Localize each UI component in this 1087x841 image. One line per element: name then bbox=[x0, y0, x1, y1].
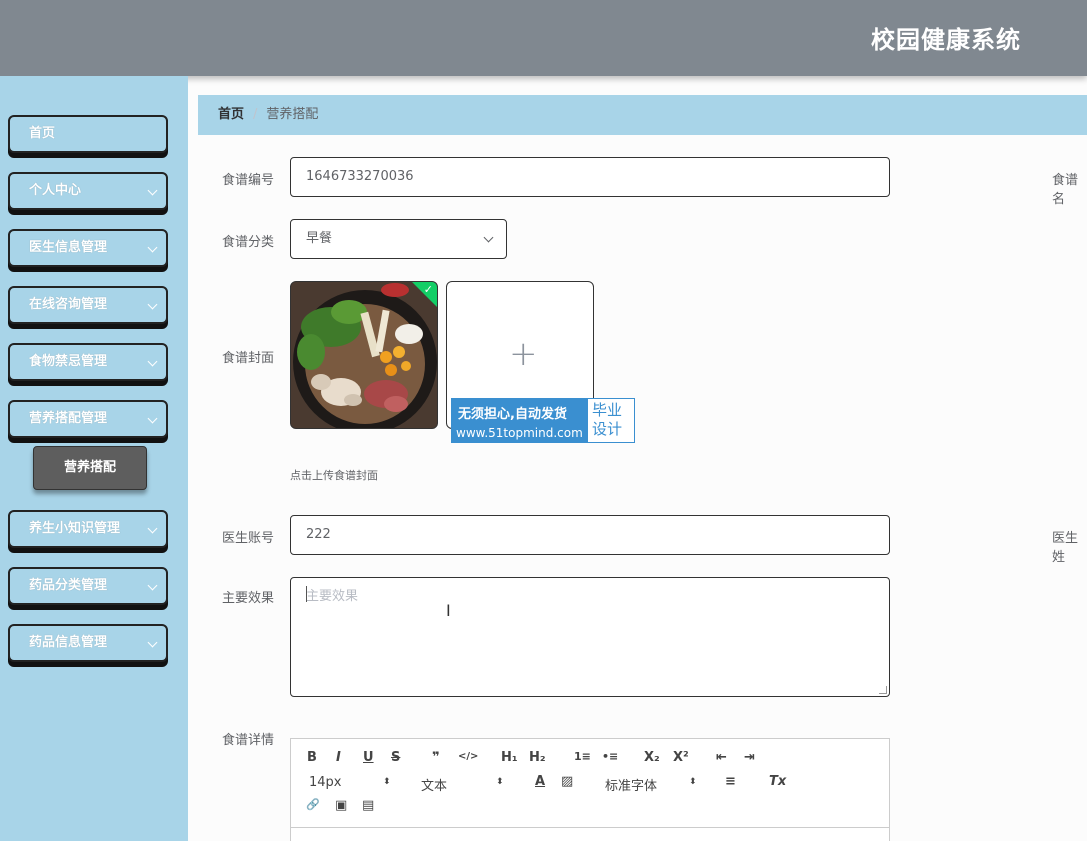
link-icon[interactable]: 🔗 bbox=[306, 798, 320, 811]
underline-button[interactable]: U bbox=[363, 750, 374, 765]
doctor-account-input[interactable]: 222 bbox=[290, 515, 890, 555]
sidebar-item-label: 在线咨询管理 bbox=[29, 297, 108, 312]
sidebar-item-label: 药品信息管理 bbox=[29, 635, 108, 650]
app-title: 校园健康系统 bbox=[871, 26, 1021, 54]
blockquote-icon[interactable]: ❞ bbox=[432, 750, 440, 765]
sidebar-item-label: 食物禁忌管理 bbox=[29, 354, 108, 369]
watermark-banner: 无须担心,自动发货 www.51topmind.com 毕业设计 bbox=[451, 398, 635, 443]
video-icon[interactable]: ▤ bbox=[362, 798, 374, 813]
font-size-picker[interactable]: 14px bbox=[309, 775, 342, 790]
breadcrumb-separator: / bbox=[253, 107, 258, 122]
recipe-no-label: 食谱编号 bbox=[222, 173, 275, 188]
superscript-button[interactable]: X² bbox=[673, 750, 689, 765]
align-icon[interactable]: ≡ bbox=[725, 774, 736, 789]
sidebar-item-online-consult[interactable]: 在线咨询管理 bbox=[8, 286, 168, 324]
cover-upload-tip: 点击上传食谱封面 bbox=[290, 469, 378, 482]
sidebar-item-label: 医生信息管理 bbox=[29, 240, 108, 255]
ordered-list-icon[interactable]: 1≡ bbox=[574, 750, 591, 763]
category-select-value: 早餐 bbox=[306, 231, 333, 246]
h1-button[interactable]: H₁ bbox=[501, 750, 518, 765]
chevron-down-icon bbox=[147, 413, 158, 424]
sidebar-item-food-taboo[interactable]: 食物禁忌管理 bbox=[8, 343, 168, 381]
subscript-button[interactable]: X₂ bbox=[644, 750, 660, 765]
chevron-down-icon bbox=[147, 185, 158, 196]
updown-icon: ⬍ bbox=[496, 777, 504, 787]
watermark-text: 无须担心,自动发货 bbox=[458, 407, 567, 422]
chevron-down-icon bbox=[147, 637, 158, 648]
plus-icon: + bbox=[509, 334, 538, 374]
category-select[interactable]: 早餐 bbox=[290, 219, 507, 259]
main-effect-textarea[interactable]: 主要效果 bbox=[290, 577, 890, 697]
h2-button[interactable]: H₂ bbox=[529, 750, 546, 765]
strike-button[interactable]: S bbox=[391, 750, 400, 765]
top-header: 校园健康系统 bbox=[0, 0, 1087, 76]
cover-label: 食谱封面 bbox=[222, 351, 275, 366]
sidebar-item-label: 个人中心 bbox=[29, 183, 82, 198]
sidebar-item-label: 药品分类管理 bbox=[29, 578, 108, 593]
chevron-down-icon bbox=[147, 580, 158, 591]
sidebar-item-health-tips[interactable]: 养生小知识管理 bbox=[8, 510, 168, 548]
category-label: 食谱分类 bbox=[222, 235, 275, 250]
font-color-icon[interactable]: A bbox=[535, 774, 545, 789]
toolbar-divider bbox=[291, 827, 889, 828]
breadcrumb: 首页 / 营养搭配 bbox=[198, 95, 1087, 135]
chevron-down-icon bbox=[483, 232, 494, 243]
resize-handle[interactable] bbox=[879, 686, 887, 694]
recipe-name-label: 食谱名 bbox=[1052, 173, 1079, 207]
watermark-tag: 毕业设计 bbox=[592, 401, 623, 438]
sidebar-item-personal-center[interactable]: 个人中心 bbox=[8, 172, 168, 210]
outdent-icon[interactable]: ⇤ bbox=[716, 750, 727, 765]
sidebar-item-drug-category[interactable]: 药品分类管理 bbox=[8, 567, 168, 605]
sidebar-item-nutrition[interactable]: 营养搭配管理 bbox=[8, 400, 168, 438]
doctor-name-label: 医生姓 bbox=[1052, 531, 1079, 565]
sidebar-subitem-nutrition[interactable]: 营养搭配 bbox=[33, 446, 147, 490]
text-cursor bbox=[306, 586, 307, 602]
font-family-picker[interactable]: 标准字体 bbox=[605, 775, 657, 794]
sidebar-item-home[interactable]: 首页 bbox=[8, 115, 168, 153]
bold-button[interactable]: B bbox=[307, 750, 317, 765]
check-icon: ✓ bbox=[423, 283, 433, 296]
indent-icon[interactable]: ⇥ bbox=[744, 750, 755, 765]
updown-icon: ⬍ bbox=[383, 777, 391, 787]
sidebar-item-label: 养生小知识管理 bbox=[29, 521, 121, 536]
chevron-down-icon bbox=[147, 523, 158, 534]
main-effect-placeholder: 主要效果 bbox=[306, 589, 359, 604]
header-picker[interactable]: 文本 bbox=[421, 775, 447, 794]
sidebar-item-doctor-info[interactable]: 医生信息管理 bbox=[8, 229, 168, 267]
background-color-icon[interactable]: ▨ bbox=[561, 774, 573, 789]
sidebar-item-label: 首页 bbox=[29, 126, 56, 141]
food-photo bbox=[291, 282, 437, 428]
details-label: 食谱详情 bbox=[222, 733, 275, 748]
watermark-left: 无须担心,自动发货 www.51topmind.com bbox=[452, 399, 588, 442]
rich-text-editor[interactable]: B I U S ❞ </> H₁ H₂ 1≡ •≡ X₂ X² ⇤ ⇥ 14px… bbox=[290, 738, 890, 841]
updown-icon: ⬍ bbox=[689, 777, 697, 787]
image-icon[interactable]: ▣ bbox=[335, 798, 347, 813]
chevron-down-icon bbox=[147, 299, 158, 310]
bullet-list-icon[interactable]: •≡ bbox=[602, 750, 618, 763]
doctor-account-label: 医生账号 bbox=[222, 531, 275, 546]
clean-format-icon[interactable]: Tx bbox=[769, 774, 786, 789]
breadcrumb-home[interactable]: 首页 bbox=[218, 107, 244, 122]
ibeam-cursor-icon: I bbox=[446, 601, 451, 620]
chevron-down-icon bbox=[147, 242, 158, 253]
chevron-down-icon bbox=[147, 356, 158, 367]
cover-image[interactable]: ✓ bbox=[290, 281, 438, 429]
sidebar-item-label: 营养搭配管理 bbox=[29, 411, 108, 426]
code-icon[interactable]: </> bbox=[458, 751, 478, 762]
recipe-no-input[interactable]: 1646733270036 bbox=[290, 157, 890, 197]
main-effect-label: 主要效果 bbox=[222, 591, 275, 606]
watermark-url: www.51topmind.com bbox=[456, 426, 583, 440]
breadcrumb-current: 营养搭配 bbox=[266, 107, 319, 122]
italic-button[interactable]: I bbox=[336, 750, 341, 765]
sidebar-item-drug-info[interactable]: 药品信息管理 bbox=[8, 624, 168, 662]
